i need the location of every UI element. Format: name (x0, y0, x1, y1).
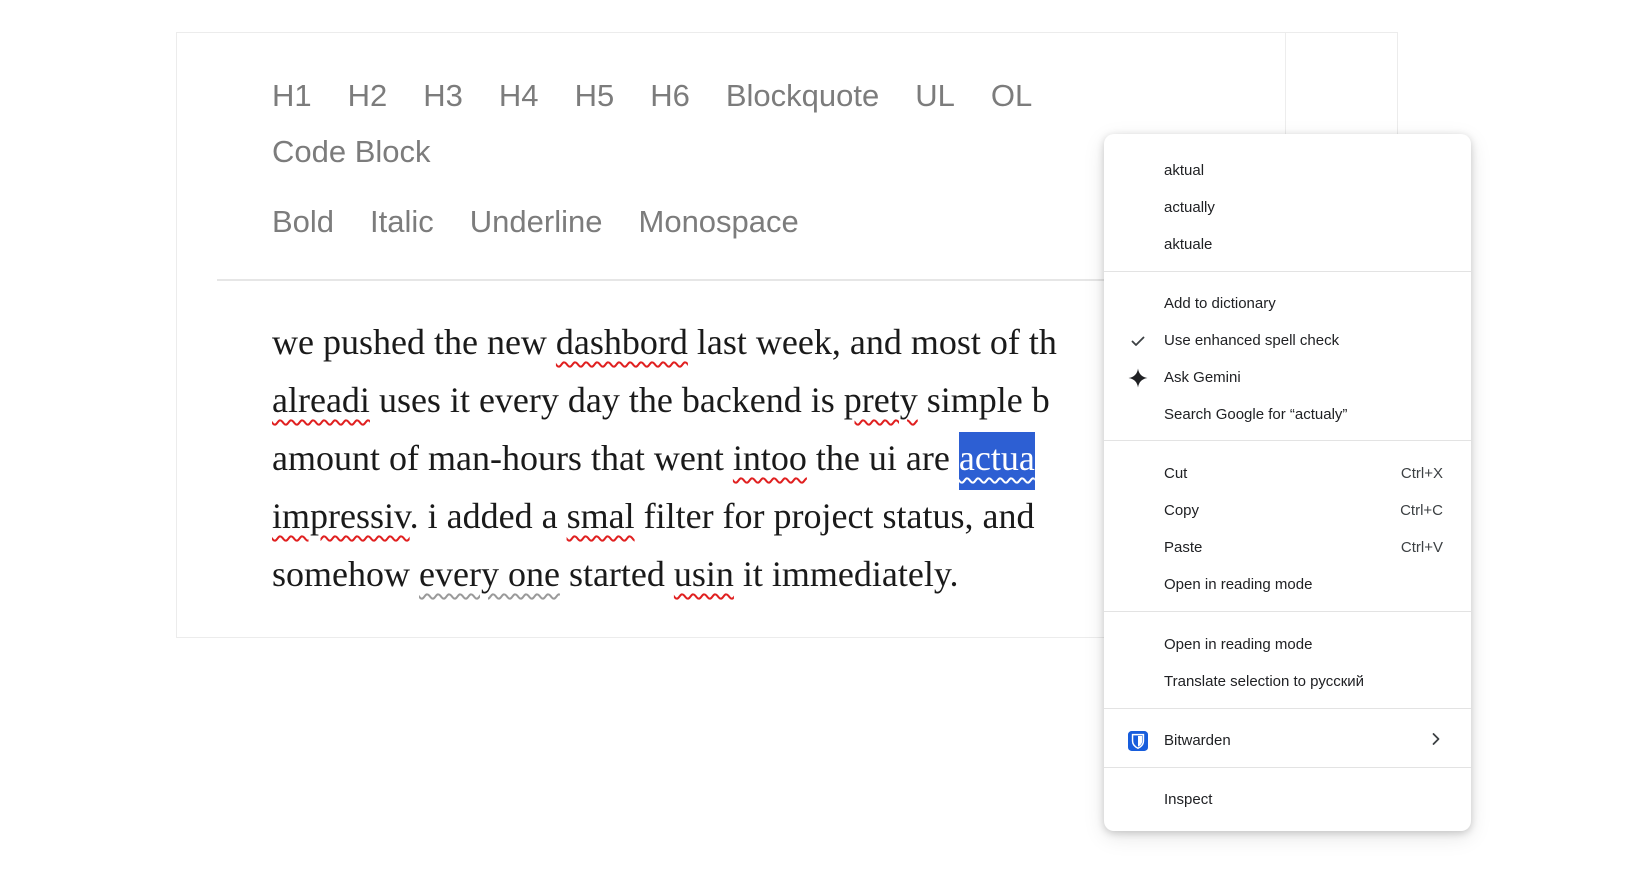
misspelled-word[interactable]: dashbord (556, 322, 688, 362)
misspelled-word[interactable]: impressiv (272, 496, 410, 536)
bold-button[interactable]: Bold (272, 203, 334, 241)
page: H1 H2 H3 H4 H5 H6 Blockquote UL OL Code … (0, 0, 1650, 876)
selected-word[interactable]: actua (958, 432, 1035, 490)
menu-item-label: aktual (1164, 162, 1205, 179)
menu-separator (1104, 271, 1471, 272)
h5-button[interactable]: H5 (575, 77, 615, 115)
paste-item[interactable]: Paste Ctrl+V (1104, 529, 1471, 566)
misspelled-word[interactable]: prety (844, 380, 918, 420)
context-menu: aktual actually aktuale Add to dictionar… (1104, 134, 1471, 831)
menu-item-label: Use enhanced spell check (1164, 332, 1340, 349)
menu-separator (1104, 440, 1471, 441)
gemini-sparkle-icon (1128, 368, 1148, 388)
menu-item-label: Search Google for “actualy” (1164, 406, 1348, 423)
menu-item-label: Open in reading mode (1164, 636, 1313, 653)
misspelled-word[interactable]: usin (674, 554, 734, 594)
h3-button[interactable]: H3 (423, 77, 463, 115)
underline-button[interactable]: Underline (470, 203, 603, 241)
keyboard-shortcut: Ctrl+C (1400, 502, 1443, 519)
menu-item-label: Bitwarden (1164, 732, 1231, 749)
text-span: simple b (917, 380, 1050, 420)
blockquote-button[interactable]: Blockquote (726, 77, 879, 115)
menu-item-label: Paste (1164, 539, 1203, 556)
menu-item-label: Inspect (1164, 791, 1213, 808)
menu-item-label: Open in reading mode (1164, 576, 1313, 593)
grammar-flagged-phrase[interactable]: every one (419, 554, 560, 594)
spelling-suggestion-item[interactable]: actually (1104, 189, 1471, 226)
open-reading-mode-item[interactable]: Open in reading mode (1104, 626, 1471, 663)
formatting-toolbar: H1 H2 H3 H4 H5 H6 Blockquote UL OL Code … (272, 77, 1112, 241)
h1-button[interactable]: H1 (272, 77, 312, 115)
spelling-suggestion-item[interactable]: aktual (1104, 152, 1471, 189)
text-span: . i added a (409, 496, 567, 536)
menu-separator (1104, 708, 1471, 709)
menu-separator (1104, 611, 1471, 612)
italic-button[interactable]: Italic (370, 203, 434, 241)
ol-button[interactable]: OL (991, 77, 1032, 115)
text-span: the ui are (806, 438, 959, 478)
text-span: somehow (272, 554, 419, 594)
block-format-row: H1 H2 H3 H4 H5 H6 Blockquote UL OL Code … (272, 77, 1112, 171)
text-span: filter for project status, and (634, 496, 1035, 536)
bitwarden-shield-icon (1128, 730, 1148, 751)
text-span: uses it every day the backend is (369, 380, 844, 420)
text-span: started (559, 554, 674, 594)
keyboard-shortcut: Ctrl+X (1400, 465, 1443, 482)
misspelled-word[interactable]: smal (567, 496, 635, 536)
text-span: it immediately. (733, 554, 959, 594)
enhanced-spell-check-item[interactable]: Use enhanced spell check (1104, 322, 1471, 359)
ul-button[interactable]: UL (915, 77, 955, 115)
checkmark-icon (1128, 331, 1148, 351)
inspect-item[interactable]: Inspect (1104, 781, 1471, 818)
menu-item-label: Ask Gemini (1164, 369, 1241, 386)
menu-item-label: Cut (1164, 465, 1188, 482)
misspelled-word[interactable]: alreadi (272, 380, 370, 420)
menu-separator (1104, 767, 1471, 768)
menu-item-label: Translate selection to русский (1164, 673, 1365, 690)
ask-gemini-item[interactable]: Ask Gemini (1104, 359, 1471, 396)
bitwarden-item[interactable]: Bitwarden (1104, 722, 1471, 759)
misspelled-word[interactable]: intoo (733, 438, 807, 478)
search-google-item[interactable]: Search Google for “actualy” (1104, 396, 1471, 433)
menu-item-label: actually (1164, 199, 1215, 216)
text-span: we pushed the new (272, 322, 556, 362)
cut-item[interactable]: Cut Ctrl+X (1104, 455, 1471, 492)
inline-format-row: Bold Italic Underline Monospace (272, 203, 1112, 241)
h4-button[interactable]: H4 (499, 77, 539, 115)
code-block-button[interactable]: Code Block (272, 133, 431, 171)
keyboard-shortcut: Ctrl+V (1400, 539, 1443, 556)
translate-selection-item[interactable]: Translate selection to русский (1104, 663, 1471, 700)
h6-button[interactable]: H6 (650, 77, 690, 115)
spelling-suggestion-item[interactable]: aktuale (1104, 226, 1471, 263)
add-to-dictionary-item[interactable]: Add to dictionary (1104, 285, 1471, 322)
text-span: amount of man-hours that went (272, 438, 733, 478)
h2-button[interactable]: H2 (348, 77, 388, 115)
chevron-right-icon (1431, 730, 1441, 751)
open-reading-mode-item[interactable]: Open in reading mode (1104, 566, 1471, 603)
menu-item-label: Add to dictionary (1164, 295, 1276, 312)
text-span: last week, and most of th (687, 322, 1057, 362)
toolbar-divider (217, 279, 1217, 281)
copy-item[interactable]: Copy Ctrl+C (1104, 492, 1471, 529)
menu-item-label: aktuale (1164, 236, 1213, 253)
monospace-button[interactable]: Monospace (639, 203, 799, 241)
menu-item-label: Copy (1164, 502, 1200, 519)
